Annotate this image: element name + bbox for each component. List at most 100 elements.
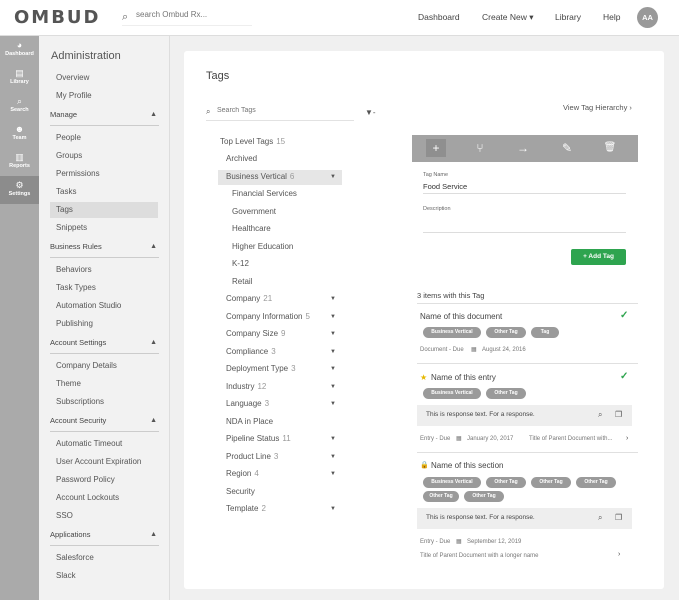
tree-item[interactable]: Security	[226, 487, 255, 496]
section-business-rules[interactable]: Business Rules ▲	[50, 242, 159, 258]
tag-pill[interactable]: Business Vertical	[423, 388, 481, 399]
tree-item[interactable]: Pipeline Status 11	[226, 434, 291, 443]
sidebar-item-behaviors[interactable]: Behaviors	[56, 265, 92, 274]
chevron-down-icon[interactable]: ▼	[330, 366, 336, 372]
branch-icon[interactable]: ⑂	[470, 139, 490, 157]
chevron-down-icon[interactable]: ▼	[330, 174, 336, 180]
tag-pill[interactable]: Other Tag	[486, 388, 526, 399]
tree-item[interactable]: Higher Education	[232, 242, 293, 251]
chevron-right-icon[interactable]: ›	[626, 435, 628, 442]
tree-item[interactable]: Product Line 3	[226, 452, 278, 461]
sidebar-item-overview[interactable]: Overview	[56, 73, 89, 82]
sidebar-item-my-profile[interactable]: My Profile	[56, 91, 92, 100]
tag-pill[interactable]: Other Tag	[531, 477, 571, 488]
sidebar-item-user-account-expiration[interactable]: User Account Expiration	[56, 457, 141, 466]
tree-item[interactable]: Company 21	[226, 294, 272, 303]
item-title-section[interactable]: Name of this section	[431, 461, 503, 470]
tree-item[interactable]: Government	[232, 207, 276, 216]
nav-library[interactable]: Library	[555, 12, 581, 22]
tree-item[interactable]: Healthcare	[232, 224, 271, 233]
tree-item[interactable]: Template 2	[226, 504, 266, 513]
chevron-down-icon[interactable]: ▼	[330, 331, 336, 337]
parent-document-link[interactable]: Title of Parent Document with...	[529, 436, 612, 442]
tag-pill[interactable]: Other Tag	[423, 491, 459, 502]
logo[interactable]: OMBUD	[14, 7, 101, 28]
tree-item[interactable]: Company Information 5	[226, 312, 310, 321]
sidebar-item-publishing[interactable]: Publishing	[56, 319, 93, 328]
tree-item[interactable]: K-12	[232, 259, 249, 268]
tag-name-field[interactable]: Food Service	[423, 182, 467, 191]
tag-pill[interactable]: Tag	[531, 327, 559, 338]
section-applications[interactable]: Applications ▲	[50, 530, 159, 546]
move-arrow-icon[interactable]: →	[513, 139, 533, 157]
item-title-entry[interactable]: Name of this entry	[431, 373, 496, 382]
sidebar-item-salesforce[interactable]: Salesforce	[56, 553, 94, 562]
tree-item[interactable]: Archived	[226, 154, 257, 163]
sidebar-item-tasks[interactable]: Tasks	[56, 187, 76, 196]
tag-search-input[interactable]	[217, 107, 347, 114]
view-tag-hierarchy-link[interactable]: View Tag Hierarchy ›	[563, 103, 632, 112]
item-title-document[interactable]: Name of this document	[420, 312, 502, 321]
chevron-down-icon[interactable]: ▼	[330, 349, 336, 355]
tree-item[interactable]: Language 3	[226, 399, 269, 408]
global-search[interactable]: ⌕	[122, 10, 252, 26]
chevron-right-icon[interactable]: ›	[618, 551, 620, 558]
tree-item[interactable]: Business Vertical 6	[226, 172, 294, 181]
section-account-settings[interactable]: Account Settings ▲	[50, 338, 159, 354]
rail-library[interactable]: ▤ Library	[0, 64, 39, 92]
sidebar-item-subscriptions[interactable]: Subscriptions	[56, 397, 104, 406]
sidebar-item-theme[interactable]: Theme	[56, 379, 81, 388]
tree-item[interactable]: Company Size 9	[226, 329, 285, 338]
sidebar-item-automatic-timeout[interactable]: Automatic Timeout	[56, 439, 122, 448]
nav-help[interactable]: Help	[603, 12, 620, 22]
copy-icon[interactable]: ❐	[615, 410, 622, 419]
add-tag-button[interactable]: + Add Tag	[571, 249, 626, 265]
rail-settings[interactable]: ⚙ Settings	[0, 176, 39, 204]
sidebar-item-slack[interactable]: Slack	[56, 571, 76, 580]
rail-dashboard[interactable]: ◕ Dashboard	[0, 36, 39, 64]
sidebar-item-account-lockouts[interactable]: Account Lockouts	[56, 493, 119, 502]
rail-search[interactable]: ⌕ Search	[0, 92, 39, 120]
avatar[interactable]: AA	[637, 7, 658, 28]
sidebar-item-automation-studio[interactable]: Automation Studio	[56, 301, 121, 310]
chevron-down-icon[interactable]: ▼	[330, 384, 336, 390]
rail-team[interactable]: ☻ Team	[0, 120, 39, 148]
description-field[interactable]	[423, 214, 626, 230]
section-manage[interactable]: Manage ▲	[50, 110, 159, 126]
tag-pill[interactable]: Other Tag	[486, 477, 526, 488]
tag-pill[interactable]: Other Tag	[576, 477, 616, 488]
nav-create-new[interactable]: Create New ▾	[482, 12, 534, 23]
parent-document-link[interactable]: Title of Parent Document with a longer n…	[420, 553, 539, 559]
add-tag-icon[interactable]: +	[426, 139, 446, 157]
tree-item[interactable]: Financial Services	[232, 189, 297, 198]
chevron-down-icon[interactable]: ▼	[330, 436, 336, 442]
zoom-icon[interactable]: ⌕	[598, 410, 602, 420]
tag-pill[interactable]: Business Vertical	[423, 327, 481, 338]
trash-icon[interactable]: 🗑	[600, 139, 620, 157]
tree-item[interactable]: Region 4	[226, 469, 259, 478]
chevron-down-icon[interactable]: ▼	[330, 454, 336, 460]
tree-item[interactable]: Industry 12	[226, 382, 266, 391]
sidebar-item-password-policy[interactable]: Password Policy	[56, 475, 115, 484]
copy-icon[interactable]: ❐	[615, 513, 622, 522]
rail-reports[interactable]: ▥ Reports	[0, 148, 39, 176]
tag-pill[interactable]: Business Vertical	[423, 477, 481, 488]
sidebar-item-groups[interactable]: Groups	[56, 151, 82, 160]
chevron-down-icon[interactable]: ▼	[330, 401, 336, 407]
sidebar-item-people[interactable]: People	[56, 133, 81, 142]
tag-pill[interactable]: Other Tag	[486, 327, 526, 338]
filter-icon[interactable]: ▼-	[365, 108, 376, 117]
tree-item[interactable]: Compliance 3	[226, 347, 276, 356]
sidebar-item-company-details[interactable]: Company Details	[56, 361, 117, 370]
chevron-down-icon[interactable]: ▼	[330, 296, 336, 302]
zoom-icon[interactable]: ⌕	[598, 513, 602, 523]
tag-pill[interactable]: Other Tag	[464, 491, 504, 502]
sidebar-item-snippets[interactable]: Snippets	[56, 223, 87, 232]
sidebar-item-task-types[interactable]: Task Types	[56, 283, 96, 292]
chevron-down-icon[interactable]: ▼	[330, 314, 336, 320]
nav-dashboard[interactable]: Dashboard	[418, 12, 460, 22]
sidebar-item-permissions[interactable]: Permissions	[56, 169, 100, 178]
tag-search[interactable]: ⌕	[206, 107, 354, 121]
sidebar-item-tags[interactable]: Tags	[56, 205, 73, 214]
tree-item[interactable]: NDA in Place	[226, 417, 273, 426]
